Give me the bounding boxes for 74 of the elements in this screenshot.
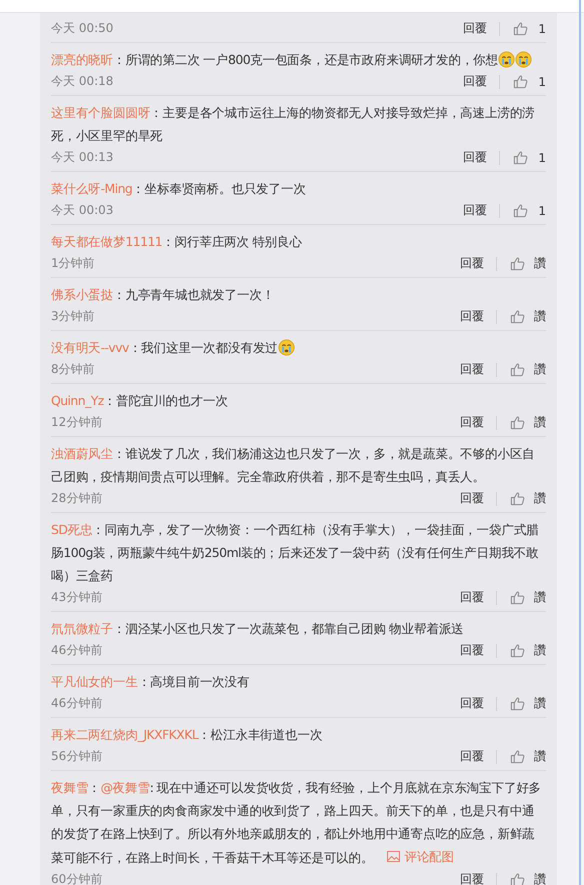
like-count[interactable]: 讚 (534, 255, 546, 272)
reply-button[interactable]: 回覆 (463, 20, 487, 37)
comment-text: 再来二两红烧肉_JKXFKXKL：松江永丰街道也一次 (51, 726, 324, 744)
comment-text: 没有明天--vvv：我们这里一次都没有发过 (51, 336, 546, 359)
thumbs-up-icon[interactable] (510, 872, 525, 885)
scrollbar[interactable] (579, 0, 581, 885)
emoji-icon (498, 51, 516, 68)
comment-text: 浊酒蔚风尘：谁说发了几次，我们杨浦这边也只发了一次，多，就是蔬菜。不够的小区自己团购，疫情期间贵点可以理解。完全靠政府供着，那不是寄生虫吗，真丢人。 (51, 445, 536, 486)
thumbs-up-icon[interactable] (510, 309, 525, 324)
thumbs-up-icon[interactable] (510, 643, 525, 658)
thumbs-up-icon[interactable] (510, 590, 525, 605)
thumbs-up-icon[interactable] (510, 256, 525, 271)
reply-button[interactable]: 回覆 (460, 871, 484, 885)
like-count[interactable]: 讚 (534, 490, 546, 507)
like-count[interactable]: 讚 (534, 414, 546, 431)
like-count[interactable]: 1 (537, 204, 546, 218)
comment-time: 46分钟前 (51, 695, 104, 712)
thumbs-up-icon[interactable] (510, 491, 525, 506)
comment-text: 氘氘微粒子：泗泾某小区也只发了一次蔬菜包，都靠自己团购 物业帮着派送 (51, 620, 465, 638)
comment-time: 3分钟前 (51, 308, 96, 325)
like-count[interactable]: 讚 (534, 871, 546, 885)
comment-text: 佛系小蛋挞：九亭青年城也就发了一次！ (51, 286, 276, 304)
comment-time: 28分钟前 (51, 490, 104, 507)
comment-time: 12分钟前 (51, 414, 104, 431)
comment-time: 8分钟前 (51, 361, 96, 378)
comment-time: 46分钟前 (51, 642, 104, 659)
comment-time: 今天 00:13 (51, 149, 114, 166)
like-count[interactable]: 1 (537, 22, 546, 36)
image-icon (387, 851, 400, 862)
reply-button[interactable]: 回覆 (460, 490, 484, 507)
like-count[interactable]: 1 (537, 74, 546, 88)
comment-time: 今天 00:18 (51, 73, 114, 90)
reply-button[interactable]: 回覆 (463, 202, 487, 219)
comment-time: 43分钟前 (51, 589, 104, 606)
reply-button[interactable]: 回覆 (460, 748, 484, 765)
emoji-icon (278, 339, 295, 356)
thumbs-up-icon[interactable] (510, 362, 525, 377)
reply-button[interactable]: 回覆 (460, 642, 484, 659)
reply-button[interactable]: 回覆 (460, 308, 484, 325)
like-count[interactable]: 讚 (534, 361, 546, 378)
comment-text: 每天都在做梦11111：闵行莘庄两次 特别良心 (51, 233, 303, 251)
reply-button[interactable]: 回覆 (463, 149, 487, 166)
like-count[interactable]: 讚 (534, 695, 546, 712)
comment-time: 60分钟前 (51, 871, 104, 885)
comment-text: 漂亮的晓昕：所谓的第二次 一户800克一包面条，还是市政府来调研才发的，你想 (51, 48, 546, 71)
comment-time: 1分钟前 (51, 255, 96, 272)
comment-time: 今天 00:03 (51, 202, 114, 219)
thumbs-up-icon[interactable] (510, 696, 525, 711)
comment-text: 菜什么呀-Ming：坐标奉贤南桥。也只发了一次 (51, 180, 307, 198)
like-count[interactable]: 讚 (534, 748, 546, 765)
thumbs-up-icon[interactable] (513, 74, 528, 89)
reply-button[interactable]: 回覆 (463, 73, 487, 90)
like-count[interactable]: 讚 (534, 642, 546, 659)
reply-button[interactable]: 回覆 (460, 695, 484, 712)
thumbs-up-icon[interactable] (513, 21, 528, 36)
emoji-icon (515, 51, 532, 68)
comment-text: 夜舞雪：@夜舞雪: 现在中通还可以发货收货，我有经验，上个月底就在京东淘宝下了好多单，只有一家重庆的肉食商家发中通的收到货了，路上四天。前天下的单，也是只有中通的发货了在路上快到了。所以有外地亲戚朋友的，都让外地用中通寄点吃的应急，新鲜蔬菜可能不行，在路上时间长，干香菇干木耳等还是可以的。 评论配图 (51, 776, 546, 869)
thumbs-up-icon[interactable] (513, 203, 528, 218)
comment-time: 56分钟前 (51, 748, 104, 765)
like-count[interactable]: 讚 (534, 308, 546, 325)
thumbs-up-icon[interactable] (510, 749, 525, 764)
comment-time: 今天 00:50 (51, 20, 114, 37)
comment-text: 平凡仙女的一生：高境目前一次没有 (51, 673, 250, 691)
like-count[interactable]: 讚 (534, 589, 546, 606)
reply-button[interactable]: 回覆 (460, 414, 484, 431)
reply-button[interactable]: 回覆 (460, 589, 484, 606)
comment-text: SD死忠：同南九亭，发了一次物资：一个西红柿（没有手掌大），一袋挂面，一袋广式腊肠100g装，两瓶蒙牛纯牛奶250ml装的；后来还发了一袋中药（没有任何生产日期我不敢喝）三盒药 (51, 521, 540, 585)
comment-text: Quinn_Yz：普陀宜川的也才一次 (51, 392, 229, 410)
reply-button[interactable]: 回覆 (460, 255, 484, 272)
comment-text: 这里有个脸圆圆呀：主要是各个城市运往上海的物资都无人对接导致烂掉，高速上涝的涝死，小区里罕的旱死 (51, 104, 536, 145)
like-count[interactable]: 1 (537, 150, 546, 164)
thumbs-up-icon[interactable] (513, 150, 528, 165)
thumbs-up-icon[interactable] (510, 415, 525, 430)
reply-button[interactable]: 回覆 (460, 361, 484, 378)
